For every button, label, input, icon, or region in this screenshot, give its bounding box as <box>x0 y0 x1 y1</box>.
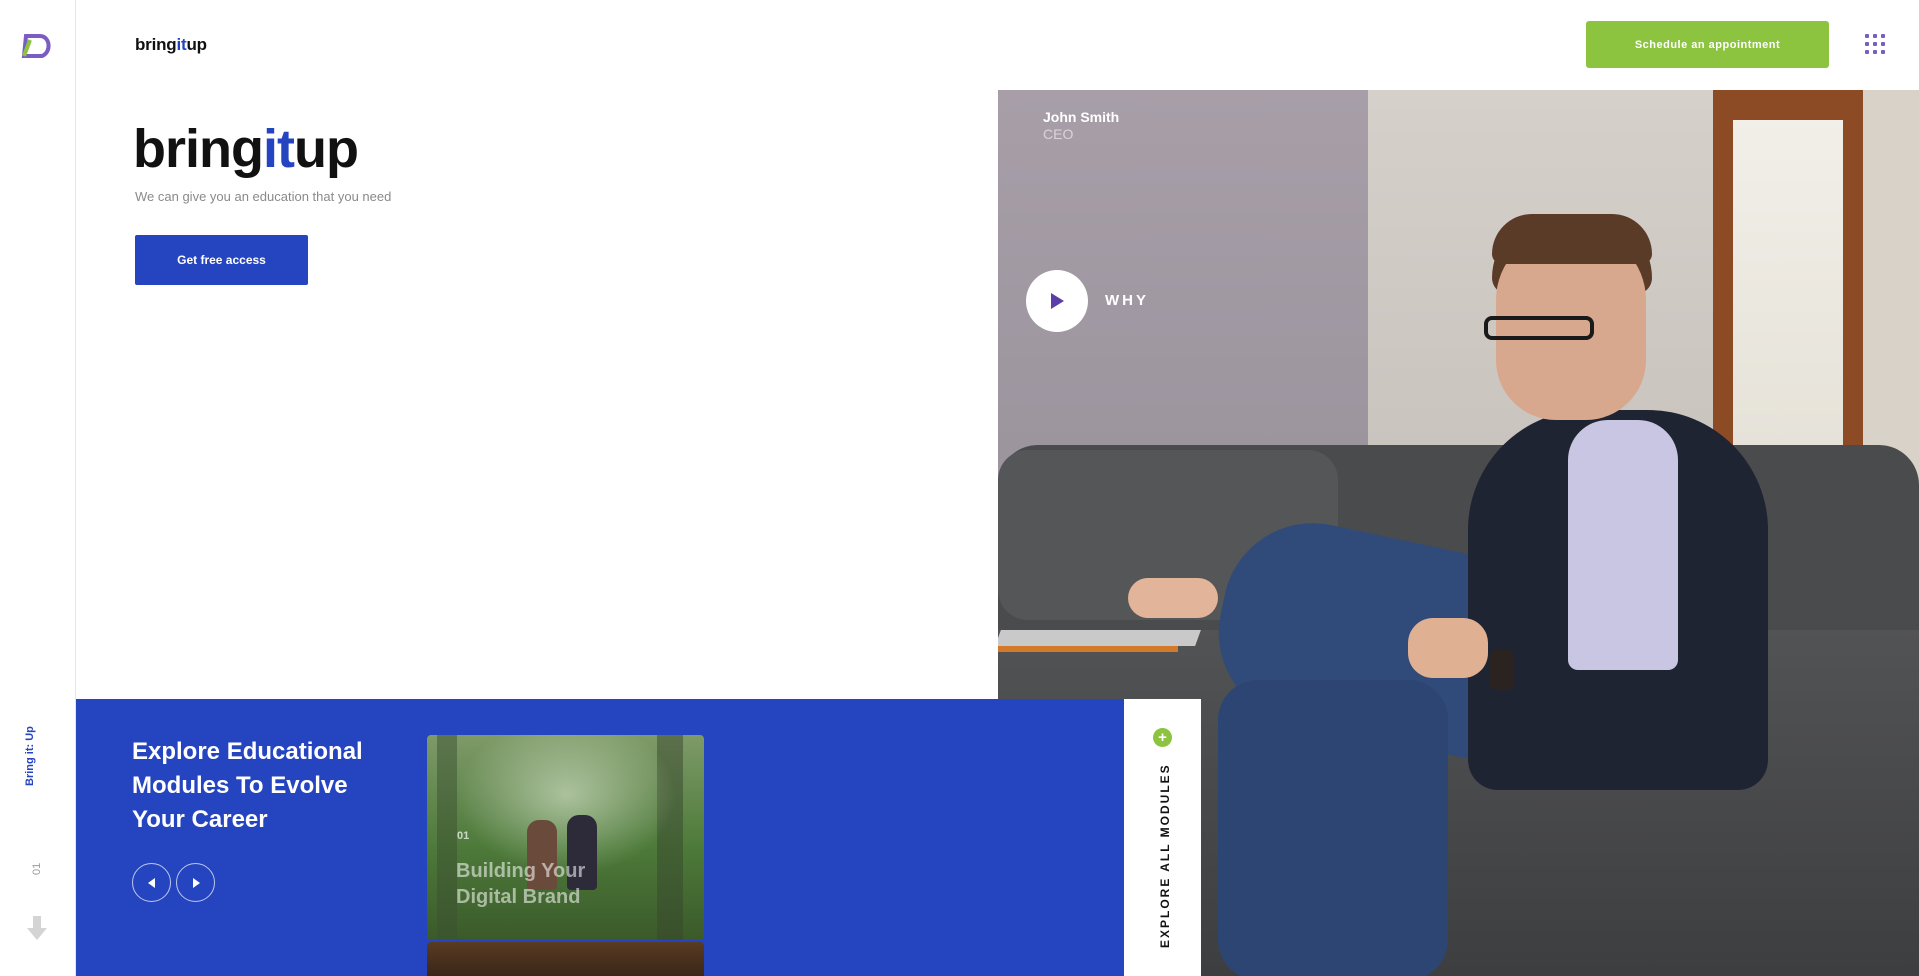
play-video-button[interactable] <box>1026 270 1088 332</box>
arrow-right-icon <box>192 877 200 888</box>
rail-slide-number: 01 <box>31 862 43 875</box>
module-card-next[interactable] <box>427 942 704 976</box>
schedule-appointment-button[interactable]: Schedule an appointment <box>1586 21 1829 68</box>
header-wordmark[interactable]: bringitup <box>135 35 207 55</box>
left-rail: Bring it: Up 01 <box>0 0 76 976</box>
module-card-number: 01 <box>457 830 470 842</box>
plus-icon[interactable]: + <box>1153 728 1172 747</box>
next-module-button[interactable] <box>176 863 215 902</box>
arrow-down-icon[interactable] <box>27 916 47 940</box>
prev-module-button[interactable] <box>132 863 171 902</box>
play-icon <box>1051 293 1064 309</box>
brand-logo-icon[interactable] <box>20 32 54 60</box>
person-name: John Smith <box>1043 109 1120 125</box>
arrow-left-icon <box>147 877 155 888</box>
person-role: CEO <box>1043 126 1074 142</box>
play-label[interactable]: WHY <box>1105 292 1149 309</box>
module-card-title[interactable]: Building Your Digital Brand <box>456 858 636 910</box>
get-free-access-button[interactable]: Get free access <box>135 235 308 285</box>
hero-title: bringitup <box>133 119 359 179</box>
grid-menu-icon[interactable] <box>1865 34 1885 54</box>
hero-subtitle: We can give you an education that you ne… <box>135 189 392 204</box>
rail-brand-label[interactable]: Bring it: Up <box>24 726 36 786</box>
explore-all-modules-label[interactable]: EXPLORE ALL MODULES <box>1158 763 1172 948</box>
modules-title: Explore Educational Modules To Evolve Yo… <box>132 738 363 833</box>
